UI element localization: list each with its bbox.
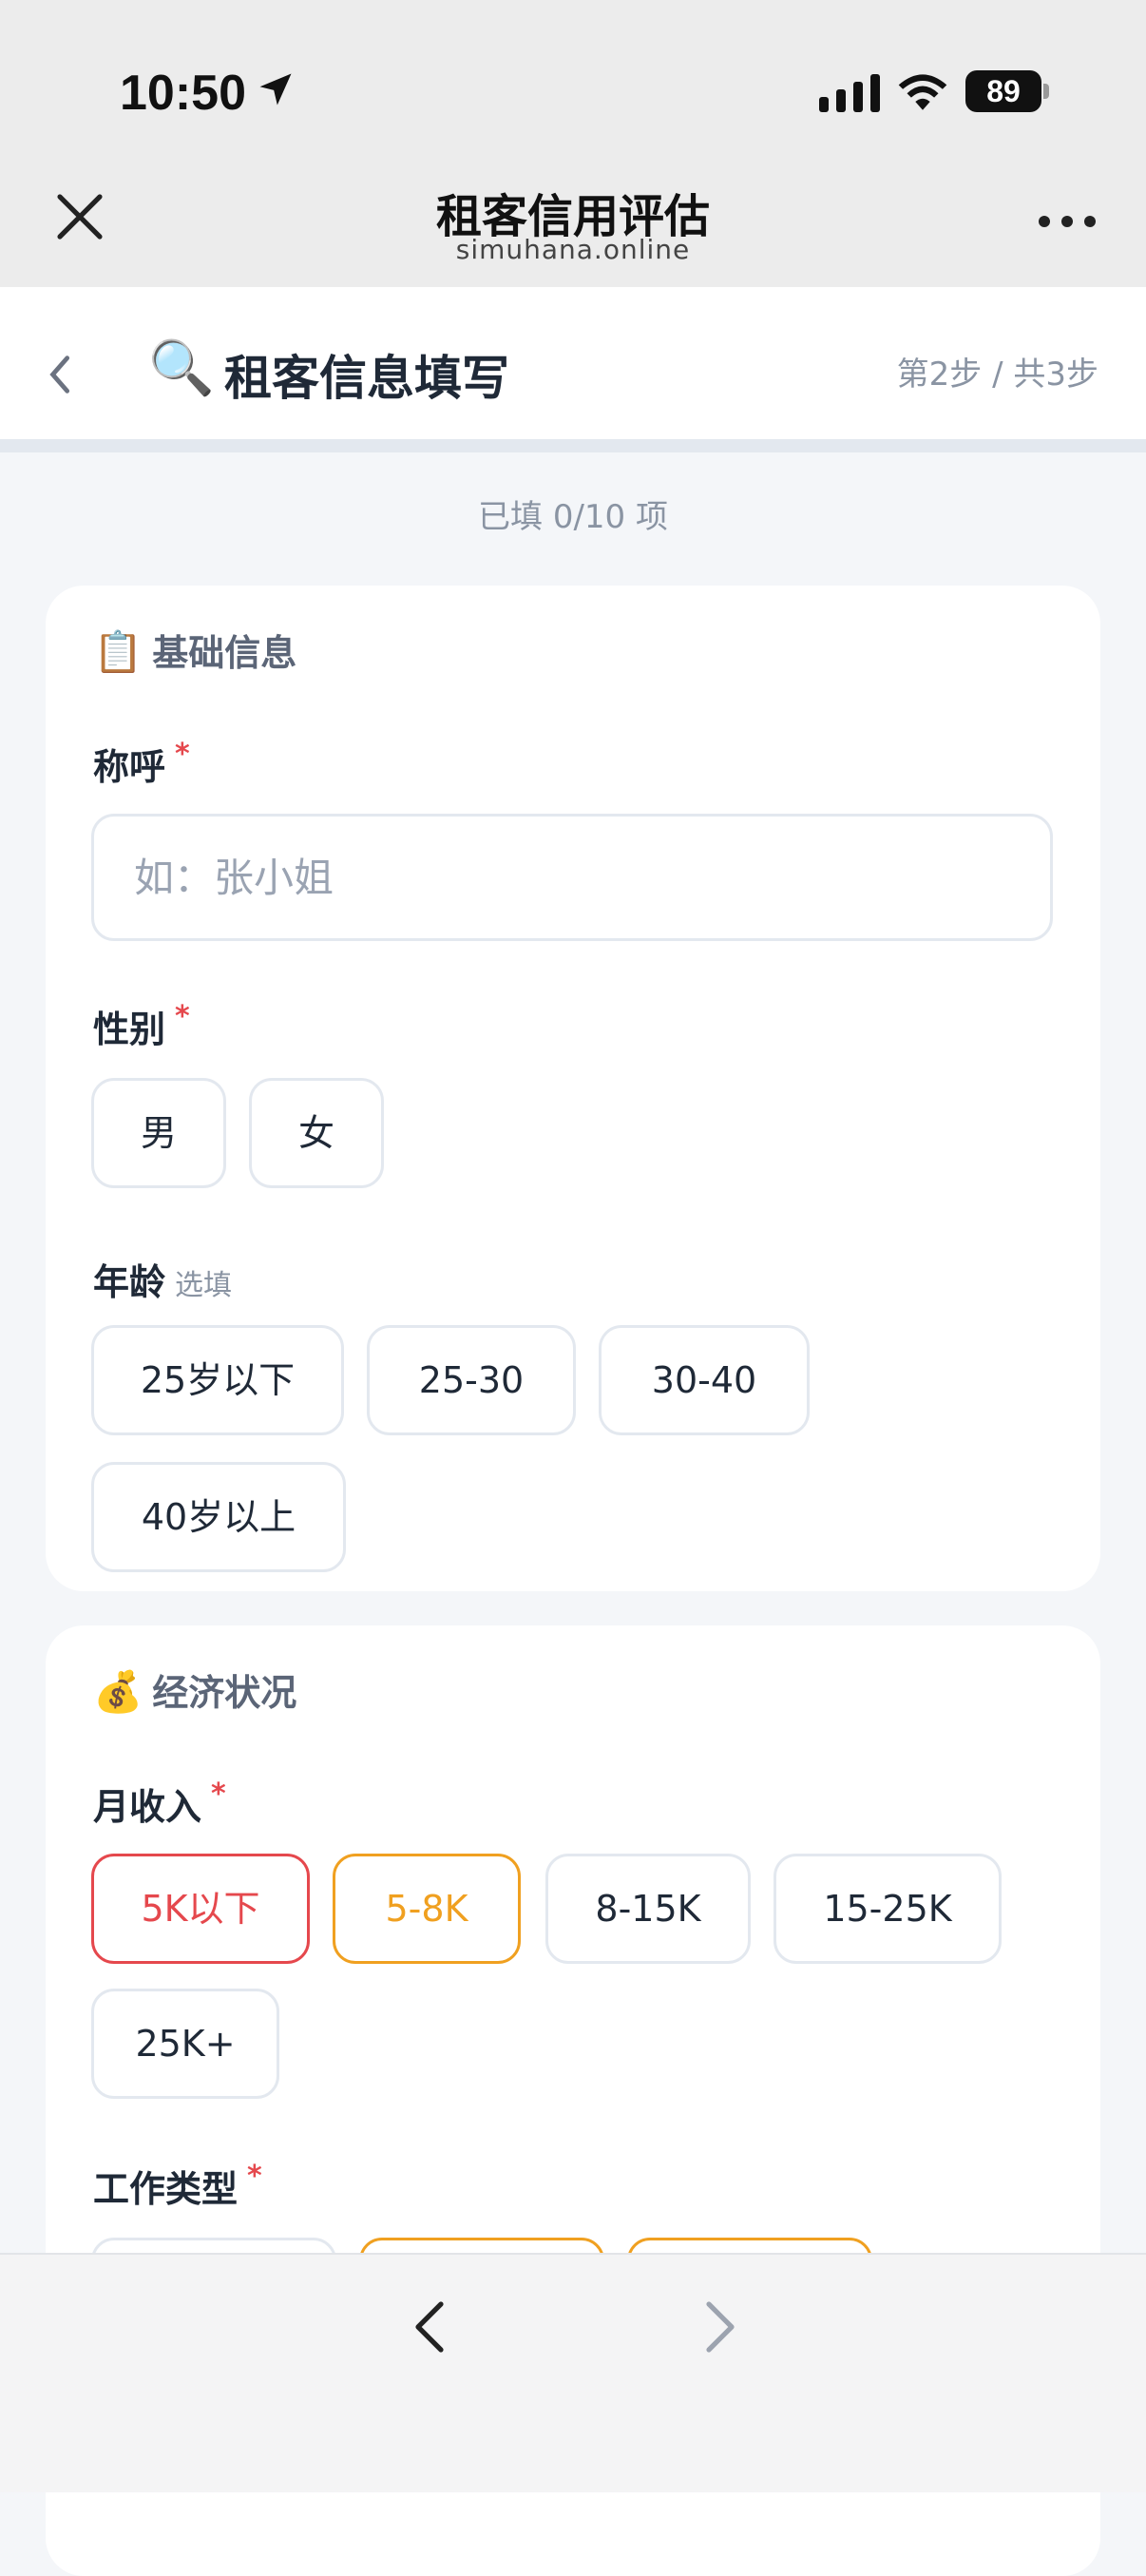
- money-bag-icon: 💰: [93, 1668, 143, 1715]
- progress-count: 已填 0/10 项: [478, 498, 668, 536]
- more-icon[interactable]: [1036, 207, 1098, 236]
- wifi-icon: [898, 74, 947, 110]
- nav-subtitle: simuhana.online: [455, 234, 691, 265]
- step-indicator: 第2步 / 共3步: [896, 356, 1098, 394]
- optional-tag: 选填: [175, 1269, 233, 1302]
- name-label: 称呼 *: [93, 738, 190, 790]
- age-option-30-40[interactable]: 30-40: [599, 1325, 810, 1435]
- required-mark: *: [175, 1000, 190, 1033]
- name-label-text: 称呼: [93, 746, 166, 788]
- signal-icon: [819, 74, 880, 112]
- income-option-15-25k[interactable]: 15-25K: [774, 1854, 1002, 1964]
- age-option-25-30[interactable]: 25-30: [367, 1325, 576, 1435]
- age-label: 年龄 选填: [93, 1253, 232, 1305]
- age-label-text: 年龄: [93, 1261, 166, 1303]
- income-option-5-8k[interactable]: 5-8K: [333, 1854, 521, 1964]
- required-mark: *: [247, 2160, 262, 2193]
- income-option-8-15k[interactable]: 8-15K: [545, 1854, 751, 1964]
- required-mark: *: [211, 1778, 226, 1811]
- gender-label-text: 性别: [93, 1009, 166, 1050]
- basic-info-card: 📋基础信息 称呼 * 性别 * 男 女 年龄选填 25岁以下 25-30 30-40…: [46, 586, 1100, 1591]
- age-option-over-40[interactable]: 40岁以上: [91, 1462, 346, 1572]
- browser-toolbar: [0, 2253, 1146, 2492]
- back-icon[interactable]: [42, 350, 76, 399]
- income-label-text: 月收入: [93, 1786, 202, 1828]
- section-title: 基础信息: [152, 632, 297, 674]
- income-option-under-5k[interactable]: 5K以下: [91, 1854, 310, 1964]
- battery-cap: [1043, 84, 1049, 99]
- gender-option-female[interactable]: 女: [249, 1078, 384, 1188]
- age-option-under-25[interactable]: 25岁以下: [91, 1325, 344, 1435]
- job-type-label: 工作类型 *: [93, 2160, 262, 2212]
- income-option-25k-plus[interactable]: 25K+: [91, 1989, 279, 2099]
- income-label: 月收入 *: [93, 1778, 226, 1830]
- next-arrow-icon[interactable]: [701, 2298, 739, 2355]
- gender-label: 性别 *: [93, 1000, 190, 1052]
- page-title: 租客信息填写: [224, 351, 509, 406]
- section-heading: 📋 基础信息: [93, 624, 296, 676]
- prev-arrow-icon[interactable]: [411, 2298, 449, 2355]
- name-input[interactable]: [91, 814, 1053, 941]
- required-mark: *: [175, 738, 190, 771]
- page-header: 🔍 租客信息填写 第2步 / 共3步: [0, 287, 1146, 452]
- section-heading: 💰 经济状况: [93, 1663, 296, 1716]
- clipboard-icon: 📋: [93, 628, 143, 675]
- section-title: 经济状况: [152, 1672, 297, 1714]
- status-time: 10:50: [120, 66, 246, 121]
- job-type-label-text: 工作类型: [93, 2168, 239, 2210]
- location-arrow-icon: [259, 73, 292, 106]
- battery-indicator: 89: [965, 70, 1041, 112]
- gender-option-male[interactable]: 男: [91, 1078, 226, 1188]
- search-icon: 🔍: [148, 337, 215, 399]
